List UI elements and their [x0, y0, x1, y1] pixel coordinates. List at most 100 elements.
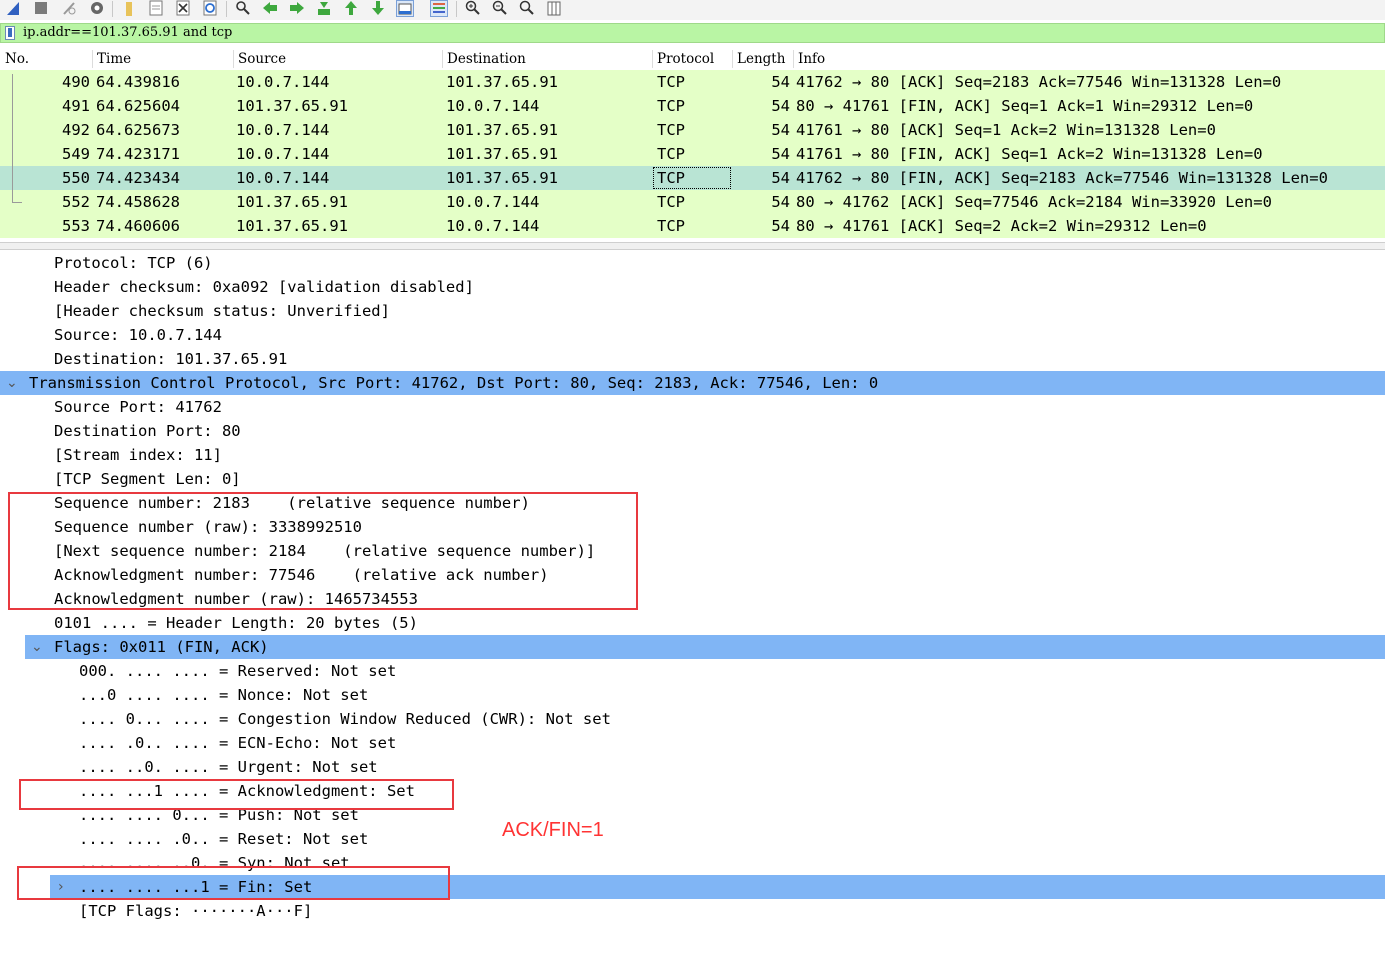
detail-row[interactable]: [Header checksum status: Unverified]	[0, 299, 1385, 323]
packet-list-header: No. Time Source Destination Protocol Len…	[0, 48, 1385, 71]
main-toolbar	[0, 0, 1385, 20]
chevron-down-icon[interactable]: ⌄	[31, 635, 43, 659]
column-header-destination[interactable]: Destination	[447, 48, 526, 70]
detail-row[interactable]: 0101 .... = Header Length: 20 bytes (5)	[0, 611, 1385, 635]
detail-row[interactable]: [Stream index: 11]	[0, 443, 1385, 467]
go-to-packet-icon[interactable]	[315, 0, 333, 17]
detail-row[interactable]: .... 0... .... = Congestion Window Reduc…	[0, 707, 1385, 731]
detail-text: Source Port: 41762	[54, 398, 222, 416]
pane-splitter[interactable]	[0, 242, 1385, 250]
packet-length: 54	[771, 97, 790, 115]
detail-row[interactable]: [TCP Segment Len: 0]	[0, 467, 1385, 491]
go-first-icon[interactable]	[342, 0, 360, 17]
resize-columns-icon[interactable]	[545, 0, 563, 17]
chevron-down-icon[interactable]: ⌄	[6, 371, 18, 395]
ack-flag-highlight-box	[19, 779, 454, 810]
column-header-info[interactable]: Info	[798, 48, 825, 70]
go-back-icon[interactable]	[261, 0, 279, 17]
detail-row[interactable]: Destination: 101.37.65.91	[0, 347, 1385, 371]
conversation-line-end	[12, 202, 22, 203]
packet-length: 54	[771, 193, 790, 211]
flags-section-header[interactable]: ⌄ Flags: 0x011 (FIN, ACK)	[25, 635, 1385, 659]
detail-text: ...0 .... .... = Nonce: Not set	[79, 686, 369, 704]
packet-info: 41762 → 80 [FIN, ACK] Seq=2183 Ack=77546…	[796, 169, 1328, 187]
detail-row[interactable]: [TCP Flags: ·······A···F]	[0, 899, 1385, 923]
tcp-section-header[interactable]: ⌄ Transmission Control Protocol, Src Por…	[0, 371, 1385, 395]
bookmark-icon[interactable]	[5, 26, 15, 40]
detail-row[interactable]: Header checksum: 0xa092 [validation disa…	[0, 275, 1385, 299]
detail-row[interactable]: Protocol: TCP (6)	[0, 251, 1385, 275]
conversation-line	[12, 74, 13, 202]
packet-row[interactable]: 552 74.458628 101.37.65.91 10.0.7.144 TC…	[0, 190, 1385, 214]
packet-row[interactable]: 491 64.625604 101.37.65.91 10.0.7.144 TC…	[0, 94, 1385, 118]
detail-row[interactable]: 000. .... .... = Reserved: Not set	[0, 659, 1385, 683]
detail-text: Destination Port: 80	[54, 422, 241, 440]
detail-row[interactable]: Source: 10.0.7.144	[0, 323, 1385, 347]
detail-text: Transmission Control Protocol, Src Port:…	[29, 374, 879, 392]
packet-info: 41762 → 80 [ACK] Seq=2183 Ack=77546 Win=…	[796, 73, 1282, 91]
detail-text: Header checksum: 0xa092 [validation disa…	[54, 278, 474, 296]
detail-text: [Stream index: 11]	[54, 446, 222, 464]
zoom-out-icon[interactable]	[491, 0, 509, 17]
display-filter-bar[interactable]: ip.addr==101.37.65.91 and tcp	[0, 23, 1385, 43]
find-icon[interactable]	[234, 0, 252, 17]
packet-info: 41761 → 80 [FIN, ACK] Seq=1 Ack=2 Win=13…	[796, 145, 1263, 163]
packet-info: 41761 → 80 [ACK] Seq=1 Ack=2 Win=131328 …	[796, 121, 1216, 139]
detail-text: [TCP Flags: ·······A···F]	[79, 902, 313, 920]
display-filter-input[interactable]: ip.addr==101.37.65.91 and tcp	[23, 24, 232, 42]
packet-length: 54	[771, 73, 790, 91]
detail-row[interactable]: .... ..0. .... = Urgent: Not set	[0, 755, 1385, 779]
detail-text: .... 0... .... = Congestion Window Reduc…	[79, 710, 611, 728]
detail-text: [Header checksum status: Unverified]	[54, 302, 390, 320]
shark-fin-icon[interactable]	[4, 0, 22, 17]
column-header-no[interactable]: No.	[5, 48, 29, 70]
zoom-normal-icon[interactable]	[518, 0, 536, 17]
column-header-source[interactable]: Source	[238, 48, 286, 70]
detail-text: Protocol: TCP (6)	[54, 254, 213, 272]
packet-list: 490 64.439816 10.0.7.144 101.37.65.91 TC…	[0, 70, 1385, 242]
detail-row[interactable]: Source Port: 41762	[0, 395, 1385, 419]
detail-text: Source: 10.0.7.144	[54, 326, 222, 344]
packet-length: 54	[771, 169, 790, 187]
packet-info: 80 → 41761 [FIN, ACK] Seq=1 Ack=1 Win=29…	[796, 97, 1254, 115]
go-forward-icon[interactable]	[288, 0, 306, 17]
file-icon[interactable]	[147, 0, 165, 17]
detail-row[interactable]: ...0 .... .... = Nonce: Not set	[0, 683, 1385, 707]
packet-info: 80 → 41762 [ACK] Seq=77546 Ack=2184 Win=…	[796, 193, 1272, 211]
detail-text: [TCP Segment Len: 0]	[54, 470, 241, 488]
packet-info: 80 → 41761 [ACK] Seq=2 Ack=2 Win=29312 L…	[796, 217, 1207, 235]
restart-icon[interactable]	[60, 0, 78, 17]
fin-flag-highlight-box	[17, 866, 450, 900]
detail-row[interactable]: Destination Port: 80	[0, 419, 1385, 443]
detail-text: .... .0.. .... = ECN-Echo: Not set	[79, 734, 397, 752]
detail-text: Destination: 101.37.65.91	[54, 350, 288, 368]
detail-text: .... .... .0.. = Reset: Not set	[79, 830, 369, 848]
detail-text: 000. .... .... = Reserved: Not set	[79, 662, 397, 680]
packet-row[interactable]: 492 64.625673 10.0.7.144 101.37.65.91 TC…	[0, 118, 1385, 142]
detail-text: .... ..0. .... = Urgent: Not set	[79, 758, 378, 776]
sequence-ack-highlight-box	[8, 492, 638, 610]
detail-text: Flags: 0x011 (FIN, ACK)	[54, 638, 269, 656]
autoscroll-icon[interactable]	[396, 0, 414, 17]
packet-row-selected[interactable]: 550 74.423434 10.0.7.144 101.37.65.91 TC…	[0, 166, 1385, 190]
packet-row[interactable]: 549 74.423171 10.0.7.144 101.37.65.91 TC…	[0, 142, 1385, 166]
stop-square-icon[interactable]	[32, 0, 50, 17]
go-last-icon[interactable]	[369, 0, 387, 17]
packet-row[interactable]: 490 64.439816 10.0.7.144 101.37.65.91 TC…	[0, 70, 1385, 94]
packet-row[interactable]: 553 74.460606 101.37.65.91 10.0.7.144 TC…	[0, 214, 1385, 238]
packet-length: 54	[771, 145, 790, 163]
close-file-icon[interactable]	[174, 0, 192, 17]
column-header-length[interactable]: Length	[737, 48, 785, 70]
detail-row[interactable]: .... .... .0.. = Reset: Not set	[0, 827, 1385, 851]
detail-row[interactable]: .... .0.. .... = ECN-Echo: Not set	[0, 731, 1385, 755]
colorize-icon[interactable]	[430, 0, 448, 17]
annotation-label: ACK/FIN=1	[502, 819, 604, 841]
zoom-in-icon[interactable]	[464, 0, 482, 17]
column-header-time[interactable]: Time	[97, 48, 131, 70]
column-header-protocol[interactable]: Protocol	[657, 48, 714, 70]
open-folder-icon[interactable]	[120, 0, 138, 17]
reload-icon[interactable]	[201, 0, 219, 17]
options-gear-icon[interactable]	[88, 0, 106, 17]
packet-length: 54	[771, 121, 790, 139]
packet-length: 54	[771, 217, 790, 235]
